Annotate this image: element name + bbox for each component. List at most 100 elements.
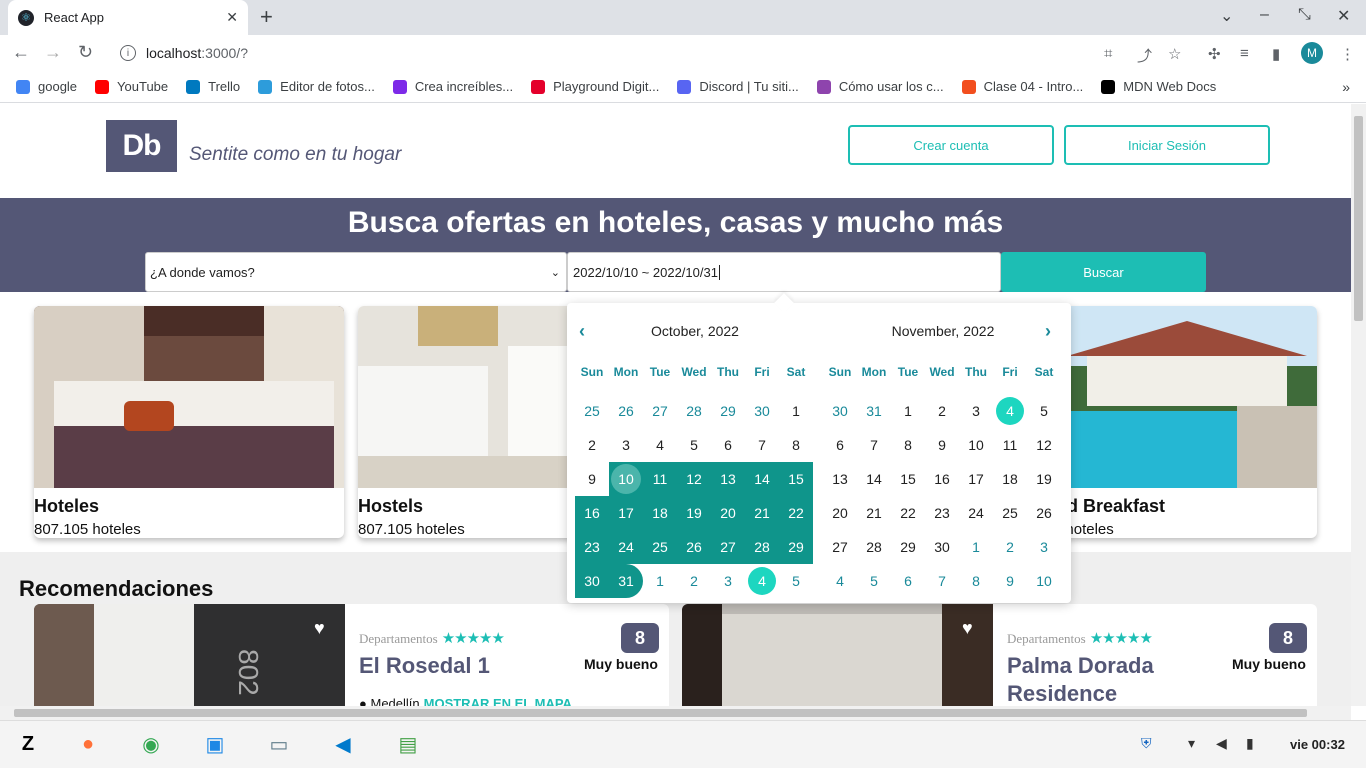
calendar-day[interactable]: 7: [925, 564, 959, 598]
bookmark-item[interactable]: YouTube: [95, 79, 168, 94]
site-logo[interactable]: Db: [106, 120, 177, 172]
calendar-day[interactable]: 14: [857, 462, 891, 496]
calendar-day[interactable]: 24: [609, 530, 643, 564]
battery-icon[interactable]: ▮: [1246, 735, 1254, 752]
calendar-day[interactable]: 1: [959, 530, 993, 564]
recommendation-card[interactable]: ♥ Departamentos ★★★★★ Palma Dorada Reside…: [682, 604, 1317, 706]
calendar-day[interactable]: 4: [993, 394, 1027, 428]
firefox-icon[interactable]: ●: [73, 729, 103, 759]
calendar-day[interactable]: 3: [609, 428, 643, 462]
login-button[interactable]: Iniciar Sesión: [1064, 125, 1270, 165]
calendar-day[interactable]: 6: [711, 428, 745, 462]
calendar-day[interactable]: 28: [857, 530, 891, 564]
search-button[interactable]: Buscar: [1001, 252, 1206, 292]
bookmark-item[interactable]: Editor de fotos...: [258, 79, 375, 94]
date-range-input[interactable]: 2022/10/10 ~ 2022/10/31: [567, 252, 1001, 292]
more-bookmarks-icon[interactable]: »: [1342, 79, 1350, 95]
calendar-day[interactable]: 21: [745, 496, 779, 530]
calendar-day[interactable]: 29: [891, 530, 925, 564]
category-card-hoteles[interactable]: Hoteles 807.105 hoteles: [34, 306, 344, 538]
software-store-icon[interactable]: ▣: [200, 729, 230, 759]
destination-select[interactable]: ¿A donde vamos? ⌄: [145, 252, 567, 292]
chrome-icon[interactable]: ◉: [136, 729, 166, 759]
calendar-day[interactable]: 4: [745, 564, 779, 598]
new-tab-button[interactable]: +: [260, 4, 273, 30]
calendar-day[interactable]: 10: [959, 428, 993, 462]
calendar-day[interactable]: 16: [925, 462, 959, 496]
calendar-day[interactable]: 8: [891, 428, 925, 462]
calendar-day[interactable]: 8: [959, 564, 993, 598]
menu-icon[interactable]: ⋮: [1340, 45, 1355, 63]
calendar-day[interactable]: 3: [1027, 530, 1061, 564]
calendar-day[interactable]: 27: [823, 530, 857, 564]
calendar-day[interactable]: 17: [609, 496, 643, 530]
calendar-day[interactable]: 1: [891, 394, 925, 428]
side-panel-icon[interactable]: ▮: [1272, 45, 1280, 63]
calendar-day[interactable]: 1: [779, 394, 813, 428]
recommendation-card[interactable]: 802 ♥ Departamentos ★★★★★ El Rosedal 1 8 …: [34, 604, 669, 706]
calendar-day[interactable]: 23: [925, 496, 959, 530]
bookmark-item[interactable]: Crea increíbles...: [392, 79, 513, 94]
show-on-map-link[interactable]: MOSTRAR EN EL MAPA: [424, 696, 572, 706]
calendar-day[interactable]: 16: [575, 496, 609, 530]
clock[interactable]: vie 00:32: [1290, 737, 1345, 752]
calendar-day[interactable]: 22: [779, 496, 813, 530]
calendar-day[interactable]: 9: [925, 428, 959, 462]
calendar-day[interactable]: 4: [643, 428, 677, 462]
bookmark-item[interactable]: Clase 04 - Intro...: [961, 79, 1083, 94]
bookmark-item[interactable]: Cómo usar los c...: [816, 79, 944, 94]
calendar-day[interactable]: 2: [925, 394, 959, 428]
calendar-day[interactable]: 29: [779, 530, 813, 564]
calendar-day[interactable]: 11: [993, 428, 1027, 462]
calendar-day[interactable]: 11: [643, 462, 677, 496]
calendar-day[interactable]: 17: [959, 462, 993, 496]
back-icon[interactable]: ←: [12, 42, 30, 63]
favorite-heart-icon[interactable]: ♥: [962, 618, 973, 639]
calendar-day[interactable]: 29: [711, 394, 745, 428]
bookmark-item[interactable]: Playground Digit...: [531, 79, 659, 94]
address-bar[interactable]: i localhost:3000/?: [110, 39, 1090, 67]
calendar-day[interactable]: 24: [959, 496, 993, 530]
calendar-day[interactable]: 7: [745, 428, 779, 462]
calendar-day[interactable]: 22: [891, 496, 925, 530]
calendar-day[interactable]: 20: [711, 496, 745, 530]
close-tab-icon[interactable]: ✕: [226, 9, 238, 26]
calendar-day[interactable]: 19: [677, 496, 711, 530]
browser-tab[interactable]: ⚛ React App ✕: [8, 0, 248, 35]
calendar-day[interactable]: 19: [1027, 462, 1061, 496]
bookmark-item[interactable]: Trello: [186, 79, 240, 94]
scroll-thumb[interactable]: [1354, 116, 1363, 321]
horizontal-scrollbar[interactable]: [0, 706, 1351, 720]
calendar-day[interactable]: 26: [1027, 496, 1061, 530]
calendar-day[interactable]: 26: [609, 394, 643, 428]
create-account-button[interactable]: Crear cuenta: [848, 125, 1054, 165]
forward-icon[interactable]: →: [44, 42, 62, 63]
calendar-day[interactable]: 7: [857, 428, 891, 462]
calendar-day[interactable]: 30: [925, 530, 959, 564]
calendar-day[interactable]: 9: [993, 564, 1027, 598]
scroll-thumb[interactable]: [14, 709, 1307, 717]
files-icon[interactable]: ▭: [264, 729, 294, 759]
calendar-day[interactable]: 12: [677, 462, 711, 496]
calendar-day[interactable]: 20: [823, 496, 857, 530]
bookmark-star-icon[interactable]: ☆: [1168, 45, 1181, 63]
calendar-day[interactable]: 6: [891, 564, 925, 598]
calendar-day[interactable]: 3: [959, 394, 993, 428]
calendar-day[interactable]: 2: [677, 564, 711, 598]
calendar-day[interactable]: 27: [711, 530, 745, 564]
spreadsheet-icon[interactable]: ▤: [393, 729, 423, 759]
share-icon[interactable]: ⤴: [1137, 45, 1152, 66]
volume-icon[interactable]: ◀: [1216, 735, 1227, 752]
calendar-day[interactable]: 1: [643, 564, 677, 598]
calendar-day[interactable]: 25: [643, 530, 677, 564]
calendar-day[interactable]: 27: [643, 394, 677, 428]
calendar-day[interactable]: 28: [745, 530, 779, 564]
calendar-day[interactable]: 10: [609, 462, 643, 496]
calendar-day[interactable]: 25: [575, 394, 609, 428]
calendar-day[interactable]: 5: [779, 564, 813, 598]
restore-icon[interactable]: ⤡: [1298, 6, 1311, 24]
calendar-day[interactable]: 26: [677, 530, 711, 564]
vertical-scrollbar[interactable]: [1351, 104, 1366, 706]
wifi-icon[interactable]: ▾: [1188, 735, 1195, 752]
calendar-day[interactable]: 5: [1027, 394, 1061, 428]
